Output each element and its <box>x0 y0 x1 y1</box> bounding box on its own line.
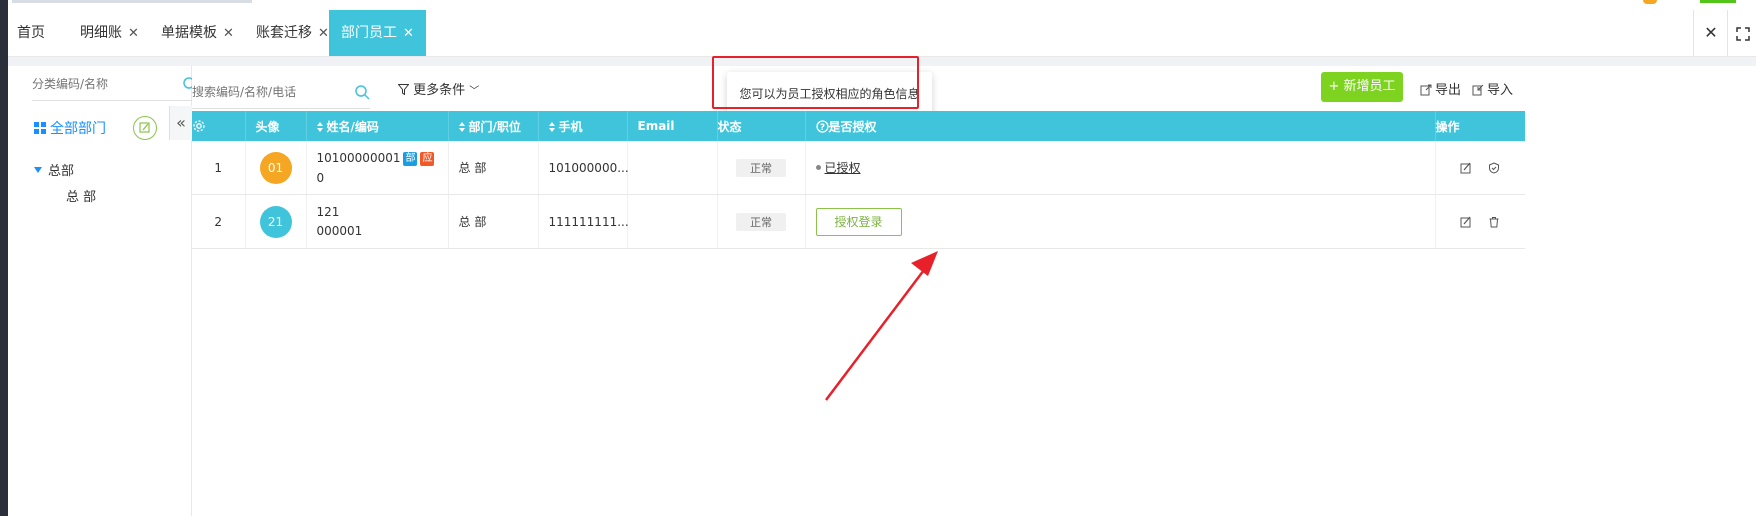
help-icon[interactable]: ? <box>815 119 829 133</box>
email-cell <box>627 194 718 249</box>
employee-search <box>192 78 370 109</box>
authorized-link[interactable]: 已授权 <box>825 161 861 175</box>
row-index: 2 <box>192 194 246 249</box>
auth-cell: 授权登录 <box>805 194 1436 249</box>
employee-name[interactable]: 121 <box>317 205 448 219</box>
tab-account-migration[interactable]: 账套迁移 ✕ <box>256 10 329 56</box>
close-icon: ✕ <box>1704 23 1718 42</box>
header-authorized: ? 是否授权 <box>805 111 1436 141</box>
more-conditions-filter[interactable]: 更多条件 ﹀ <box>397 79 480 98</box>
column-settings[interactable] <box>192 111 246 141</box>
caret-down-icon[interactable] <box>34 167 42 173</box>
close-icon[interactable]: ✕ <box>128 26 139 41</box>
trash-icon[interactable] <box>1488 216 1500 228</box>
dept-sidebar: 全部部门 « 总部 总 部 <box>8 66 198 516</box>
close-icon[interactable]: ✕ <box>403 26 414 41</box>
employee-code: 0 <box>316 170 325 185</box>
actions-cell <box>1435 194 1525 249</box>
close-icon[interactable]: ✕ <box>223 26 234 41</box>
name-code-cell: 121 000001 <box>306 194 449 249</box>
dept-tag-badge: 部 <box>403 151 418 166</box>
sort-icon[interactable] <box>316 121 323 132</box>
collapse-sidebar-button[interactable]: « <box>169 106 192 140</box>
app-left-edge <box>0 0 8 516</box>
row-index: 1 <box>192 141 246 195</box>
avatar-cell: 01 <box>245 141 307 195</box>
header-dept-position[interactable]: 部门/职位 <box>448 111 539 141</box>
user-avatar-edge[interactable] <box>1643 0 1657 4</box>
avatar[interactable]: 21 <box>259 205 292 238</box>
header-status: 状态 <box>717 111 806 141</box>
fullscreen-icon <box>1735 26 1750 41</box>
search-icon[interactable] <box>354 84 370 100</box>
close-icon[interactable]: ✕ <box>318 26 329 41</box>
category-search-input[interactable] <box>32 70 162 98</box>
name-code-cell: 10100000001 部应 0 <box>306 141 449 195</box>
employee-panel: 更多条件 ﹀ 您可以为员工授权相应的角色信息 + 新增员工 导出 导入 头像 姓… <box>192 56 1756 516</box>
payable-tag-badge: 应 <box>420 151 435 166</box>
employee-name[interactable]: 10100000001 <box>317 151 401 165</box>
table-header: 头像 姓名/编码 部门/职位 手机 Email 状态 ? 是否授权 操作 <box>192 111 1525 141</box>
dot-icon <box>815 165 821 170</box>
edit-icon <box>139 122 150 133</box>
dept-cell: 总 部 <box>448 194 539 249</box>
table-row[interactable]: 1 01 10100000001 部应 0 总 部 101000000... 正常… <box>192 141 1525 195</box>
sort-icon[interactable] <box>458 121 465 132</box>
export-button[interactable]: 导出 <box>1420 79 1461 98</box>
tree-node-hq-child[interactable]: 总 部 <box>66 186 96 205</box>
add-employee-button[interactable]: + 新增员工 <box>1321 72 1403 102</box>
edit-icon[interactable] <box>1460 216 1472 228</box>
export-icon <box>1420 84 1432 96</box>
chevron-down-icon: ﹀ <box>469 86 480 97</box>
auth-cell: 已授权 <box>805 141 1436 195</box>
status-badge: 正常 <box>736 158 786 177</box>
header-email: Email <box>627 111 718 141</box>
header-actions: 操作 <box>1435 111 1525 141</box>
category-search <box>32 70 198 101</box>
top-progress-bar <box>12 0 252 3</box>
filter-icon <box>397 84 410 96</box>
dept-cell: 总 部 <box>448 141 539 195</box>
phone-cell: 101000000... <box>538 141 629 195</box>
edit-icon[interactable] <box>1460 162 1472 174</box>
double-chevron-left-icon: « <box>176 113 186 132</box>
sort-icon[interactable] <box>548 121 555 132</box>
header-avatar: 头像 <box>245 111 307 141</box>
tab-ledger-detail[interactable]: 明细账 ✕ <box>80 10 139 56</box>
import-icon <box>1472 84 1484 96</box>
svg-text:?: ? <box>819 122 824 132</box>
employee-table: 头像 姓名/编码 部门/职位 手机 Email 状态 ? 是否授权 操作 1 01… <box>192 111 1525 249</box>
phone-cell: 111111111... <box>538 194 629 249</box>
avatar-cell: 21 <box>245 194 307 249</box>
all-departments[interactable]: 全部部门 <box>34 118 106 138</box>
table-row[interactable]: 2 21 121 000001 总 部 111111111... 正常 授权登录 <box>192 194 1525 249</box>
close-all-tabs-button[interactable]: ✕ <box>1693 10 1728 56</box>
annotation-highlight-box <box>712 56 919 109</box>
import-button[interactable]: 导入 <box>1472 79 1513 98</box>
avatar[interactable]: 01 <box>259 151 292 184</box>
header-name-code[interactable]: 姓名/编码 <box>306 111 449 141</box>
gear-icon <box>193 120 205 132</box>
employee-search-input[interactable] <box>192 78 322 106</box>
authorize-login-button[interactable]: 授权登录 <box>815 207 902 236</box>
top-green-button-edge[interactable] <box>1700 0 1736 3</box>
email-cell <box>627 141 718 195</box>
header-phone[interactable]: 手机 <box>538 111 628 141</box>
fullscreen-button[interactable] <box>1727 10 1756 56</box>
status-cell: 正常 <box>717 194 806 249</box>
tree-node-hq[interactable]: 总部 <box>34 160 74 179</box>
grid-icon <box>34 122 46 134</box>
employee-code: 000001 <box>316 224 363 238</box>
status-cell: 正常 <box>717 141 806 195</box>
shield-icon[interactable] <box>1488 162 1500 174</box>
tab-dept-employees[interactable]: 部门员工 ✕ <box>329 10 426 56</box>
top-strip <box>0 0 1756 10</box>
status-badge: 正常 <box>736 212 786 231</box>
edit-dept-button[interactable] <box>133 116 157 140</box>
tab-bar: 首页 明细账 ✕ 单据模板 ✕ 账套迁移 ✕ 部门员工 ✕ <box>8 10 1756 57</box>
tab-home[interactable]: 首页 <box>17 10 45 56</box>
actions-cell <box>1435 141 1525 195</box>
tab-doc-template[interactable]: 单据模板 ✕ <box>161 10 234 56</box>
